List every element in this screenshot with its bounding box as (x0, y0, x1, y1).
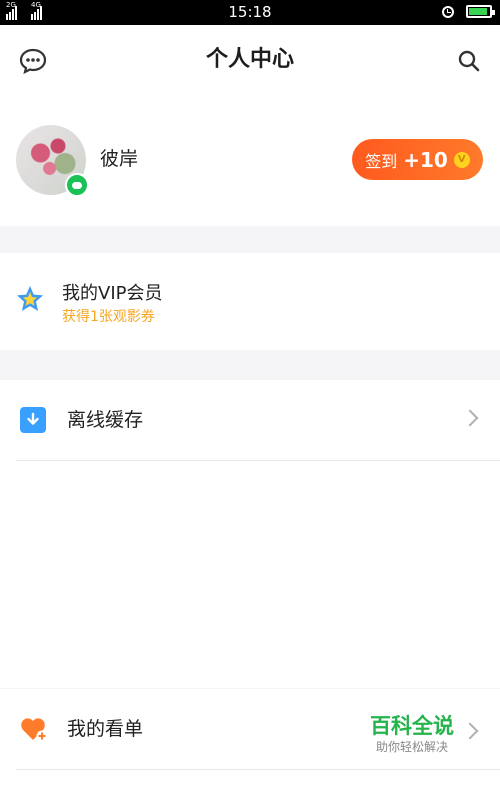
coin-icon: V (453, 151, 470, 168)
watermark-title: 百科全说 (370, 714, 454, 738)
watermark-subtitle: 助你轻松解决 (375, 740, 448, 754)
menu-section: 我的看单 百科全说 助你轻松解决 (0, 689, 500, 790)
heart-add-icon (20, 716, 48, 746)
alarm-icon (442, 5, 454, 18)
download-icon (20, 407, 46, 433)
wechat-badge-icon (65, 173, 89, 197)
watchlist-label: 我的看单 (67, 718, 144, 740)
checkin-points: +10 (403, 147, 448, 172)
page-title: 个人中心 (205, 47, 294, 72)
chevron-right-icon (461, 409, 479, 427)
offline-cache-item[interactable]: 离线缓存 (0, 380, 500, 460)
vip-subtitle: 获得1张观影券 (62, 309, 155, 325)
vip-membership-item[interactable]: 我的VIP会员 获得1张观影券 (0, 253, 500, 350)
checkin-button[interactable]: 签到 +10 V (352, 139, 483, 180)
menu-section: 离线缓存 (0, 380, 500, 688)
search-icon[interactable] (454, 46, 484, 76)
offline-cache-label: 离线缓存 (67, 409, 144, 431)
header: 个人中心 (0, 25, 500, 97)
profile-card: 彼岸 签到 +10 V (0, 97, 500, 226)
vip-title: 我的VIP会员 (62, 283, 163, 304)
status-bar: 2G 4G 15:18 (0, 0, 500, 25)
divider (16, 460, 500, 461)
divider (16, 769, 500, 770)
username[interactable]: 彼岸 (100, 147, 138, 171)
watermark: 百科全说 助你轻松解决 (362, 713, 462, 755)
vip-star-icon (15, 284, 45, 318)
checkin-label: 签到 (365, 151, 398, 171)
status-time: 15:18 (228, 3, 272, 21)
chevron-right-icon (461, 722, 479, 740)
battery-icon (466, 5, 495, 18)
